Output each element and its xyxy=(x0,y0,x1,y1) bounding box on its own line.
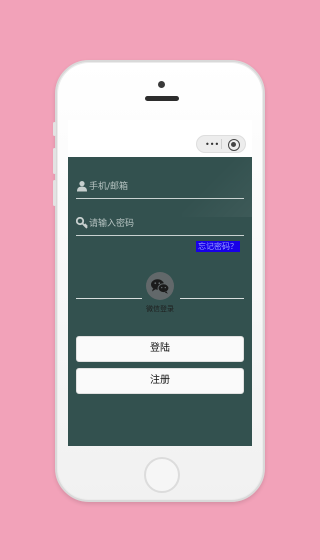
login-panel: 忘记密码？ 微信登录 登陆 注册 xyxy=(68,157,252,446)
register-button[interactable]: 注册 xyxy=(76,368,244,394)
capsule-divider xyxy=(221,139,222,149)
close-target-icon[interactable] xyxy=(228,139,240,151)
phone-screen: 登陆 ••• 忘记密码？ xyxy=(68,120,252,446)
mute-switch xyxy=(53,122,56,136)
account-field xyxy=(76,175,244,199)
wechat-login-label[interactable]: 微信登录 xyxy=(130,304,190,314)
more-icon[interactable]: ••• xyxy=(205,141,219,149)
navigation-bar: 登陆 ••• xyxy=(68,120,252,157)
account-input[interactable] xyxy=(89,179,239,194)
home-button[interactable] xyxy=(144,457,180,493)
earpiece-speaker xyxy=(145,96,179,101)
front-camera xyxy=(158,81,165,88)
password-input[interactable] xyxy=(89,216,239,231)
key-icon xyxy=(76,217,88,229)
mini-program-capsule[interactable]: ••• xyxy=(196,135,246,153)
volume-up-button xyxy=(53,148,56,174)
forgot-password-link[interactable]: 忘记密码？ xyxy=(196,241,240,252)
volume-down-button xyxy=(53,180,56,206)
user-icon xyxy=(77,181,87,192)
wechat-icon xyxy=(151,279,170,294)
divider-left xyxy=(76,298,142,299)
wechat-login-button[interactable] xyxy=(146,272,174,300)
password-field xyxy=(76,212,244,236)
divider-right xyxy=(180,298,244,299)
login-button[interactable]: 登陆 xyxy=(76,336,244,362)
